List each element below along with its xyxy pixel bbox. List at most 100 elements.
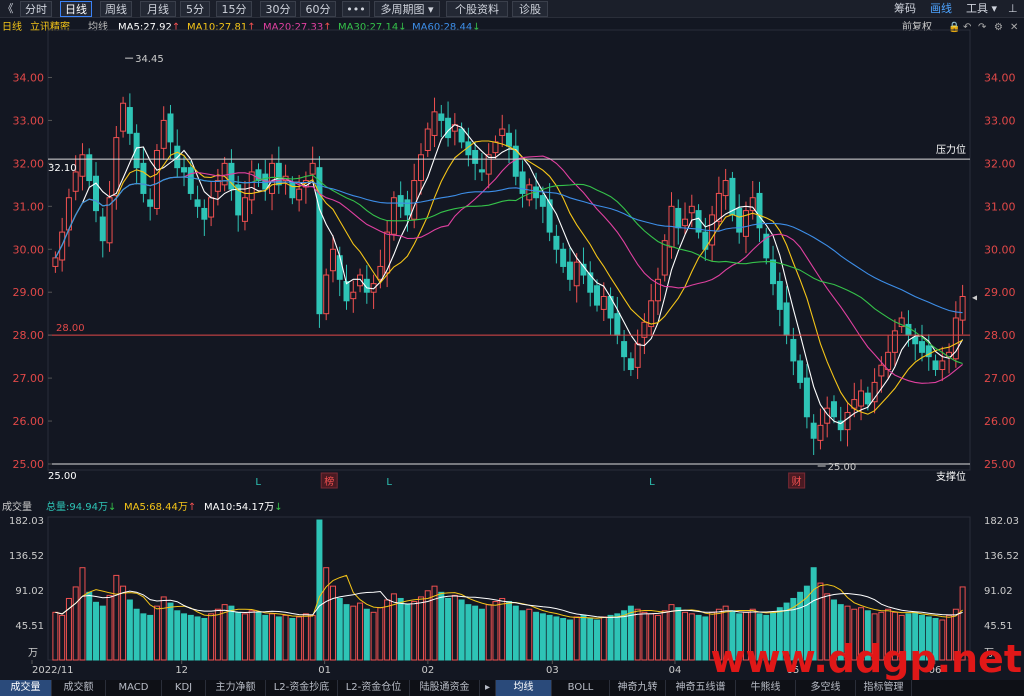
- volume-bar-down: [736, 613, 743, 661]
- back-button[interactable]: 《: [0, 1, 16, 17]
- close-icon[interactable]: ✕: [1010, 19, 1018, 37]
- period-daily-button[interactable]: 日线: [60, 1, 92, 17]
- volume-bar-down: [783, 602, 790, 661]
- settings-icon[interactable]: ⚙: [994, 19, 1003, 37]
- indicator-tab[interactable]: 均线: [496, 680, 552, 696]
- ma-mode-label[interactable]: 均线: [88, 19, 108, 37]
- candle-up: [417, 154, 424, 182]
- candle-down: [783, 302, 790, 336]
- date-label: 03: [546, 665, 559, 676]
- event-l-marker: L: [649, 477, 655, 488]
- redo-icon[interactable]: ↷: [978, 19, 986, 37]
- volume-tick-label-right: 136.52: [984, 551, 1019, 562]
- volume-bar-up: [113, 574, 120, 661]
- undo-icon[interactable]: ↶: [963, 19, 971, 37]
- volume-bar-down: [810, 567, 817, 661]
- candle-down: [201, 207, 208, 220]
- candle-down: [770, 259, 777, 285]
- indicator-tab[interactable]: KDJ: [162, 680, 206, 696]
- candle-down: [905, 323, 912, 336]
- candle-up: [858, 390, 865, 407]
- indicator-tab[interactable]: L2-资金仓位: [338, 680, 410, 696]
- current-price-pointer: ◂: [972, 293, 977, 304]
- event-l-marker: L: [386, 477, 392, 488]
- period-5min-button[interactable]: 5分: [180, 1, 210, 17]
- volume-bar-down: [763, 614, 770, 661]
- period-30min-button[interactable]: 30分: [260, 1, 296, 17]
- volume-bar-up: [384, 599, 391, 661]
- indicator-tab[interactable]: 主力净额: [206, 680, 266, 696]
- volume-bar-down: [560, 617, 567, 661]
- pin-icon[interactable]: ⊥: [1008, 2, 1018, 16]
- volume-bar-down: [702, 616, 709, 661]
- candle-up: [641, 321, 648, 338]
- volume-bar-down: [546, 614, 553, 661]
- indicator-tab[interactable]: 多空线: [796, 680, 856, 696]
- volume-bar-up: [492, 601, 499, 661]
- indicator-tab[interactable]: ▸: [480, 680, 496, 696]
- candle-up: [59, 231, 66, 261]
- volume-bar-up: [323, 567, 330, 661]
- ma10-line: [54, 140, 963, 415]
- candle-down: [255, 169, 262, 182]
- volume-bar-down: [140, 613, 147, 661]
- multi-period-dropdown[interactable]: 多周期图 ▾: [374, 1, 440, 17]
- candle-up: [715, 192, 722, 222]
- ma30-legend: MA30:27.14↓: [338, 22, 407, 33]
- candle-down: [797, 360, 804, 383]
- indicator-tab[interactable]: MACD: [106, 680, 162, 696]
- volume-bar-down: [126, 599, 133, 661]
- stock-profile-button[interactable]: 个股资料: [446, 1, 508, 17]
- indicator-tab[interactable]: L2-资金抄底: [266, 680, 338, 696]
- line-28-label: 28.00: [56, 323, 85, 334]
- price-tick-label-right: 27.00: [984, 372, 1016, 385]
- chart-canvas[interactable]: 34.00 34.00 33.00 33.00 32.00 32.00 31.00 31.00…: [0, 0, 1024, 696]
- indicator-tab[interactable]: 神奇九转: [610, 680, 666, 696]
- date-label: 05: [787, 665, 800, 676]
- event-box-label: 财: [792, 475, 802, 488]
- indicator-tab[interactable]: 神奇五线谱: [666, 680, 736, 696]
- tools-dropdown[interactable]: 工具 ▾: [966, 2, 997, 16]
- price-panel-frame: [47, 29, 971, 471]
- candle-down: [675, 207, 682, 229]
- candle-down: [228, 162, 235, 190]
- volume-bar-up: [302, 613, 309, 661]
- candle-up: [72, 171, 79, 192]
- indicator-tab[interactable]: 牛熊线: [736, 680, 796, 696]
- draw-line-button[interactable]: 画线: [930, 2, 952, 16]
- volume-bar-down: [262, 614, 269, 661]
- indicator-tab[interactable]: 陆股通资金: [410, 680, 480, 696]
- indicator-tab[interactable]: 成交额: [52, 680, 106, 696]
- adjust-mode-button[interactable]: 前复权: [902, 19, 932, 37]
- volume-bar-up: [682, 611, 689, 661]
- lock-icon[interactable]: 🔒: [948, 19, 960, 37]
- candle-up: [891, 330, 898, 353]
- indicator-tab[interactable]: 成交量: [0, 680, 52, 696]
- period-monthly-button[interactable]: 月线: [140, 1, 176, 17]
- period-intraday-button[interactable]: 分时: [20, 1, 52, 17]
- volume-bar-down: [506, 601, 512, 661]
- candle-down: [560, 248, 567, 267]
- candle-down: [275, 162, 282, 186]
- volume-bar-up: [634, 608, 641, 661]
- candle-up: [241, 197, 248, 222]
- period-weekly-button[interactable]: 周线: [100, 1, 132, 17]
- indicator-tab[interactable]: 指标管理: [856, 680, 912, 696]
- candle-up: [329, 248, 336, 272]
- candle-up: [357, 274, 364, 287]
- diagnose-button[interactable]: 诊股: [512, 1, 548, 17]
- chips-button[interactable]: 筹码: [894, 2, 916, 16]
- volume-bar-up: [411, 601, 418, 661]
- candle-down: [397, 195, 404, 207]
- period-15min-button[interactable]: 15分: [216, 1, 252, 17]
- candle-down: [756, 192, 763, 229]
- period-60min-button[interactable]: 60分: [300, 1, 336, 17]
- candle-up: [668, 205, 675, 248]
- volume-bar-down: [594, 619, 601, 661]
- candle-up: [370, 283, 377, 293]
- indicator-tab[interactable]: BOLL: [552, 680, 610, 696]
- more-button[interactable]: •••: [342, 1, 370, 17]
- volume-bar-up: [878, 611, 885, 661]
- candle-down: [695, 210, 702, 233]
- candle-up: [871, 381, 878, 403]
